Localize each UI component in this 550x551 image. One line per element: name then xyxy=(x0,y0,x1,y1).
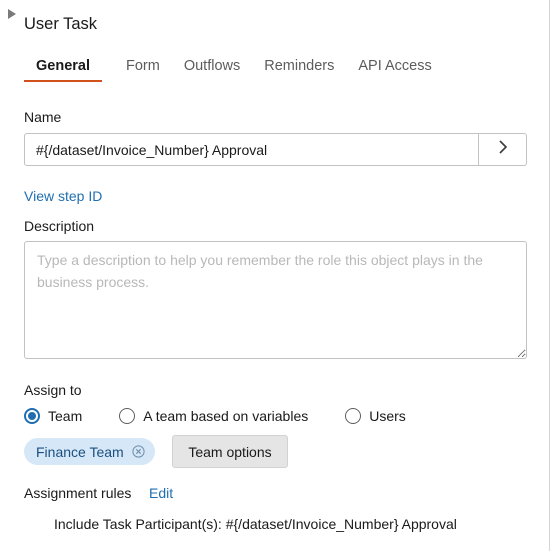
rule-label: Include Task Participant(s): xyxy=(54,516,222,532)
description-label: Description xyxy=(24,218,95,234)
radio-option-users[interactable]: Users xyxy=(345,408,406,424)
assignment-rules-label: Assignment rules xyxy=(24,485,132,501)
description-textarea[interactable] xyxy=(24,241,527,359)
assignment-rule-text: Include Task Participant(s): #{/dataset/… xyxy=(54,516,457,532)
tab-outflows[interactable]: Outflows xyxy=(184,58,240,82)
radio-team[interactable] xyxy=(24,408,40,424)
tab-general[interactable]: General xyxy=(24,58,102,82)
radio-label-team: Team xyxy=(48,408,83,424)
name-input[interactable] xyxy=(25,134,478,165)
name-field xyxy=(24,133,527,166)
tab-reminders[interactable]: Reminders xyxy=(264,58,334,82)
tab-form[interactable]: Form xyxy=(126,58,160,82)
radio-team-variables[interactable] xyxy=(119,408,136,424)
name-expand-button[interactable] xyxy=(478,134,526,165)
chevron-right-icon xyxy=(498,139,508,160)
panel-title: User Task xyxy=(24,15,98,33)
selected-team-pill: Finance Team xyxy=(24,438,155,465)
assignment-rules-edit-link[interactable]: Edit xyxy=(149,485,173,501)
radio-label-team-variables: A team based on variables xyxy=(143,408,309,424)
tab-bar: General Form Outflows Reminders API Acce… xyxy=(24,58,456,82)
view-step-id-link[interactable]: View step ID xyxy=(24,188,102,204)
radio-users[interactable] xyxy=(345,408,362,424)
name-label: Name xyxy=(24,109,62,125)
radio-option-team-variables[interactable]: A team based on variables xyxy=(119,408,308,424)
tab-api-access[interactable]: API Access xyxy=(358,58,431,82)
rule-value: #{/dataset/Invoice_Number} Approval xyxy=(225,516,457,532)
collapse-triangle-icon[interactable] xyxy=(6,8,18,20)
remove-circle-icon[interactable] xyxy=(132,445,145,458)
selected-team-label: Finance Team xyxy=(36,443,124,460)
properties-panel: User Task General Form Outflows Reminder… xyxy=(0,0,550,551)
team-options-button[interactable]: Team options xyxy=(172,435,288,468)
assign-to-label: Assign to xyxy=(24,382,82,398)
radio-label-users: Users xyxy=(369,408,406,424)
radio-option-team[interactable]: Team xyxy=(24,408,82,424)
assign-radio-group: Team A team based on variables Users xyxy=(24,406,431,426)
